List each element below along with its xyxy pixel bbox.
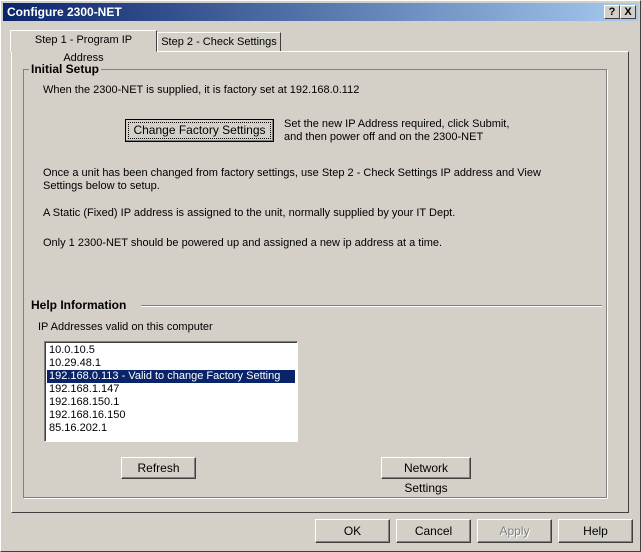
apply-button[interactable]: Apply — [477, 519, 552, 543]
list-item[interactable]: 192.168.150.1 — [47, 396, 295, 409]
help-label: Help — [583, 524, 608, 538]
title-bar[interactable]: Configure 2300-NET ? X — [3, 3, 638, 21]
refresh-button[interactable]: Refresh — [121, 457, 196, 479]
factory-default-text: When the 2300-NET is supplied, it is fac… — [43, 84, 360, 96]
help-info-divider — [141, 305, 602, 307]
help-info-title: Help Information — [31, 298, 127, 312]
instruction-line2: Settings below to setup. — [43, 180, 160, 192]
cancel-label: Cancel — [414, 524, 453, 538]
ok-button[interactable]: OK — [315, 519, 390, 543]
list-item[interactable]: 10.0.10.5 — [47, 344, 295, 357]
list-item[interactable]: 85.16.202.1 — [47, 422, 295, 435]
network-settings-button[interactable]: Network Settings — [381, 457, 471, 495]
list-item[interactable]: 192.168.1.147 — [47, 383, 295, 396]
ip-address-listbox[interactable]: 10.0.10.5 10.29.48.1 192.168.0.113 - Val… — [44, 341, 298, 442]
instruction-line1: Once a unit has been changed from factor… — [43, 167, 541, 179]
change-hint-line2: and then power off and on the 2300-NET — [284, 131, 484, 143]
list-item[interactable]: 192.168.16.150 — [47, 409, 295, 422]
question-icon: ? — [608, 6, 616, 18]
change-factory-settings-button[interactable]: Change Factory Settings — [125, 119, 274, 142]
help-button[interactable]: Help — [558, 519, 633, 543]
tab-program-ip[interactable]: Step 1 - Program IP Address — [10, 30, 157, 64]
change-factory-settings-label: Change Factory Settings — [133, 123, 266, 137]
static-ip-text: A Static (Fixed) IP address is assigned … — [43, 207, 456, 219]
refresh-label: Refresh — [137, 461, 180, 475]
tab-check-settings[interactable]: Step 2 - Check Settings — [157, 32, 281, 52]
close-button[interactable]: X — [620, 5, 636, 19]
list-item[interactable]: 10.29.48.1 — [47, 357, 295, 370]
configure-dialog: Configure 2300-NET ? X Step 1 - Program … — [0, 0, 641, 552]
tab-check-settings-label: Step 2 - Check Settings — [161, 36, 277, 48]
help-title-button[interactable]: ? — [604, 5, 620, 19]
list-item-selected[interactable]: 192.168.0.113 - Valid to change Factory … — [47, 370, 295, 383]
apply-label: Apply — [499, 524, 530, 538]
network-settings-label: Network Settings — [403, 461, 448, 495]
cancel-button[interactable]: Cancel — [396, 519, 471, 543]
change-hint-line1: Set the new IP Address required, click S… — [284, 118, 510, 130]
ok-label: OK — [343, 524, 362, 538]
ip-list-label: IP Addresses valid on this computer — [38, 321, 213, 333]
window-title: Configure 2300-NET — [7, 5, 122, 19]
close-icon: X — [624, 6, 632, 18]
one-unit-text: Only 1 2300-NET should be powered up and… — [43, 237, 443, 249]
